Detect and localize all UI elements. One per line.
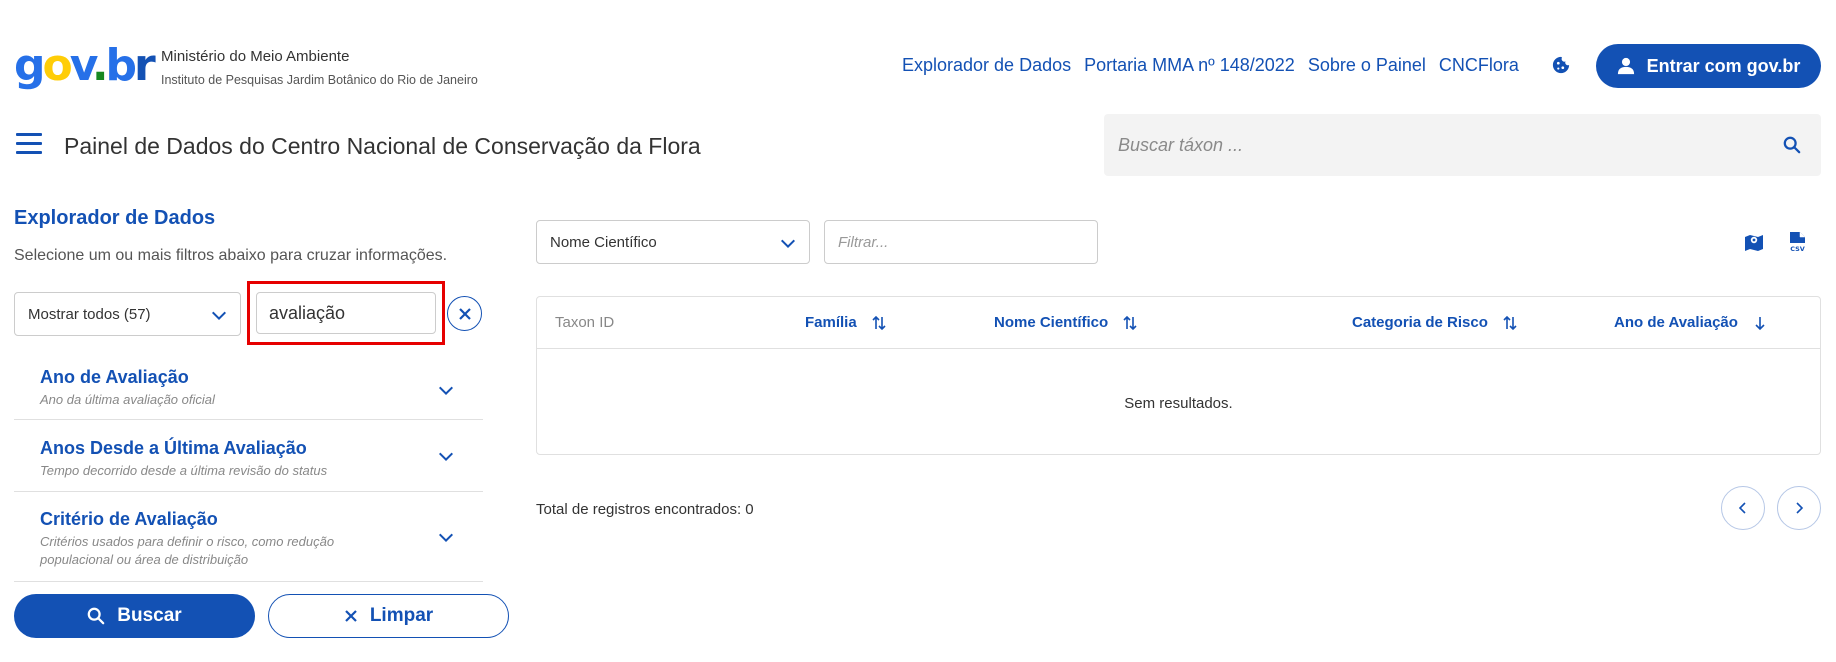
column-header-taxon-id: Taxon ID [555,314,615,331]
total-records: Total de registros encontrados: 0 [536,501,754,518]
chevron-down-icon [438,452,454,462]
column-select[interactable]: Nome Científico [536,220,810,264]
column-header-nome-cientifico[interactable]: Nome Científico [994,314,1138,331]
show-filter-select[interactable]: Mostrar todos (57) [14,292,241,336]
organization-info: Ministério do Meio Ambiente Instituto de… [161,47,478,90]
column-select-value: Nome Científico [550,233,657,251]
next-page-button[interactable] [1777,486,1821,530]
explorer-title: Explorador de Dados [14,207,216,229]
page-title: Painel de Dados do Centro Nacional de Co… [64,133,701,159]
nav-link-sobre[interactable]: Sobre o Painel [1308,55,1426,76]
show-filter-value: Mostrar todos (57) [28,305,151,323]
menu-icon[interactable] [16,133,42,155]
login-button[interactable]: Entrar com gov.br [1596,44,1821,88]
previous-page-button[interactable] [1721,486,1765,530]
map-icon[interactable] [1744,232,1764,252]
accordion-description: Critérios usados para definir o risco, c… [40,534,335,567]
accordion-title: Ano de Avaliação [40,367,189,387]
search-button[interactable]: Buscar [14,594,255,638]
chevron-down-icon [438,533,454,543]
ministry-name: Ministério do Meio Ambiente [161,48,350,65]
user-icon [1617,57,1634,75]
clear-filter-button[interactable] [447,296,482,331]
accordion-criterio[interactable]: Critério de Avaliação Critérios usados p… [14,492,483,582]
accordion-title: Critério de Avaliação [40,509,218,529]
results-table: Taxon ID Família Nome Científico Categor… [536,296,1821,455]
accordion-description: Ano da última avaliação oficial [40,392,215,407]
column-header-ano-avaliacao[interactable]: Ano de Avaliação [1614,314,1768,331]
login-label: Entrar com gov.br [1646,55,1801,76]
accordion-title: Anos Desde a Última Avaliação [40,438,307,458]
top-navigation: Explorador de Dados Portaria MMA nº 148/… [902,55,1519,76]
sort-icon [1123,315,1137,330]
nav-link-explorador[interactable]: Explorador de Dados [902,55,1071,76]
chevron-down-icon [438,386,454,396]
sort-icon [872,315,886,330]
search-button-label: Buscar [117,605,182,626]
column-header-categoria-risco[interactable]: Categoria de Risco [1352,314,1518,331]
clear-button[interactable]: Limpar [268,594,509,638]
close-icon [458,307,471,320]
chevron-left-icon [1738,502,1746,514]
filter-search-input[interactable] [256,292,436,334]
table-header: Taxon ID Família Nome Científico Categor… [537,297,1820,349]
accordion-ano-avaliacao[interactable]: Ano de Avaliação Ano da última avaliação… [14,360,483,420]
taxon-search-input[interactable] [1104,114,1744,176]
nav-link-portaria[interactable]: Portaria MMA nº 148/2022 [1084,55,1295,76]
sort-icon [1503,315,1517,330]
chevron-down-icon [780,239,796,249]
empty-results-message: Sem resultados. [1124,395,1233,412]
svg-text:CSV: CSV [1790,245,1805,253]
highlighted-filter-box [247,281,445,345]
cookie-icon[interactable] [1552,56,1570,74]
arrow-down-icon [1755,316,1765,330]
taxon-search [1104,114,1821,176]
govbr-logo[interactable]: gov.br [14,40,156,92]
nav-link-cncflora[interactable]: CNCFlora [1439,55,1519,76]
chevron-down-icon [211,311,227,321]
search-icon [87,607,105,625]
chevron-right-icon [1796,502,1804,514]
institute-name: Instituto de Pesquisas Jardim Botânico d… [161,73,478,87]
explorer-subtitle: Selecione um ou mais filtros abaixo para… [14,247,448,264]
accordion-description: Tempo decorrido desde a última revisão d… [40,463,328,478]
search-icon[interactable] [1783,136,1801,154]
results-filter-input[interactable] [824,220,1098,264]
csv-icon[interactable]: CSV [1788,231,1808,253]
column-header-familia[interactable]: Família [805,314,887,331]
accordion-anos-desde[interactable]: Anos Desde a Última Avaliação Tempo deco… [14,420,483,492]
clear-button-label: Limpar [369,605,434,626]
close-icon [345,610,357,622]
